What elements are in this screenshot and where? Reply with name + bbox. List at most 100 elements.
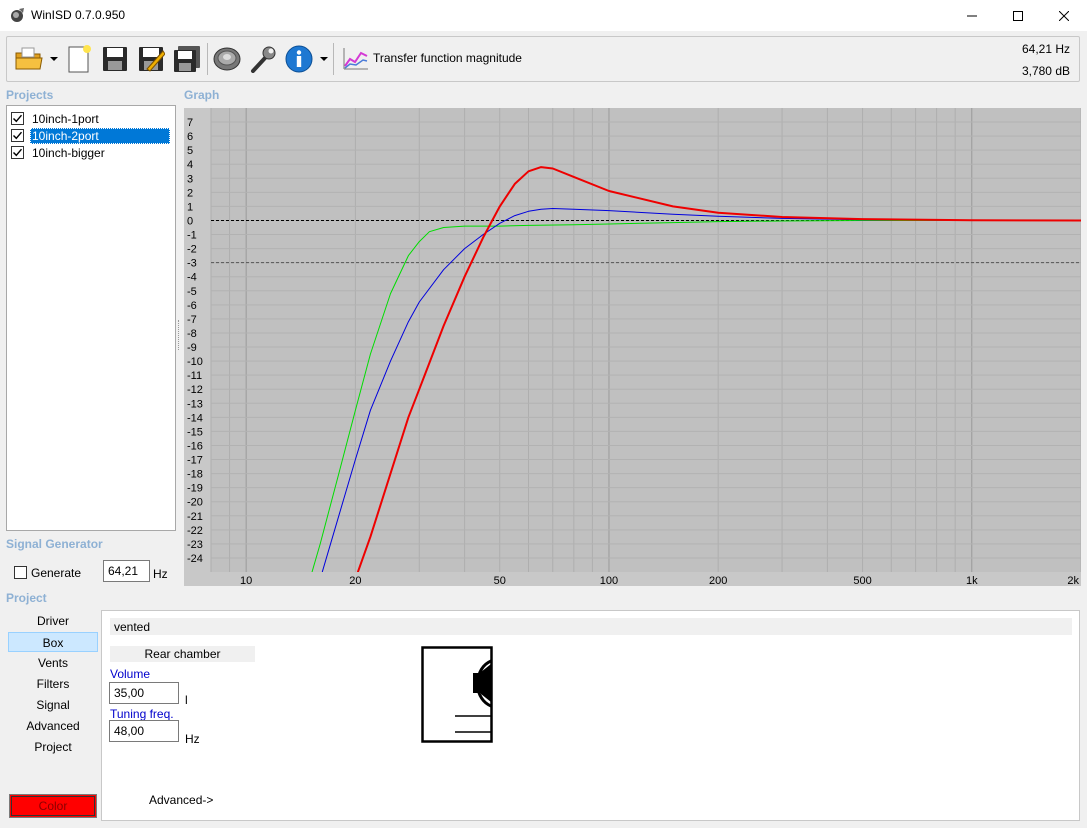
y-tick-label: 5 bbox=[187, 145, 193, 157]
y-tick-label: -2 bbox=[187, 244, 197, 256]
graph-header: Graph bbox=[184, 88, 220, 102]
y-tick-label: -15 bbox=[187, 426, 203, 438]
x-tick-label: 50 bbox=[494, 575, 506, 586]
rear-chamber-header: Rear chamber bbox=[110, 646, 255, 662]
y-tick-label: -10 bbox=[187, 356, 203, 368]
close-button[interactable] bbox=[1041, 0, 1087, 31]
app-speaker-icon bbox=[9, 7, 25, 23]
generator-frequency-input[interactable] bbox=[103, 560, 150, 582]
y-tick-label: -14 bbox=[187, 412, 203, 424]
cursor-frequency-readout: 64,21 Hz bbox=[1021, 42, 1070, 56]
y-tick-label: -16 bbox=[187, 440, 203, 452]
project-item-selected[interactable]: 10inch-2port bbox=[9, 127, 175, 144]
advanced-link[interactable]: Advanced-> bbox=[149, 793, 213, 807]
nav-box[interactable]: Box bbox=[8, 632, 98, 652]
generate-label[interactable]: Generate bbox=[31, 566, 81, 580]
y-tick-label: -8 bbox=[187, 328, 197, 340]
box-type-selector[interactable]: vented bbox=[110, 618, 1072, 635]
projects-list[interactable]: 10inch-1port 10inch-2port 10inch-bigger bbox=[6, 105, 176, 531]
tools-wrench-icon[interactable] bbox=[247, 41, 279, 77]
y-tick-label: -11 bbox=[187, 370, 202, 382]
x-tick-label: 200 bbox=[709, 575, 727, 586]
y-tick-label: 7 bbox=[187, 117, 193, 129]
save-icon[interactable] bbox=[99, 41, 131, 77]
y-tick-label: -20 bbox=[187, 497, 203, 509]
open-dropdown-chevron-icon[interactable] bbox=[49, 41, 59, 77]
cursor-level-readout: 3,780 dB bbox=[1021, 64, 1070, 78]
info-icon[interactable] bbox=[283, 41, 315, 77]
y-tick-label: -24 bbox=[187, 553, 203, 565]
y-tick-label: -12 bbox=[187, 384, 203, 396]
new-project-icon[interactable] bbox=[63, 41, 95, 77]
y-tick-label: 3 bbox=[187, 173, 193, 185]
nav-filters[interactable]: Filters bbox=[8, 674, 98, 694]
splitter-handle[interactable] bbox=[178, 320, 181, 350]
y-tick-label: -18 bbox=[187, 469, 203, 481]
y-tick-label: 4 bbox=[187, 159, 193, 171]
tuning-frequency-unit: Hz bbox=[185, 732, 200, 746]
y-tick-label: -6 bbox=[187, 300, 197, 312]
graph-type-icon[interactable] bbox=[339, 41, 371, 77]
y-tick-label: -7 bbox=[187, 314, 197, 326]
toolbar-separator bbox=[333, 43, 334, 75]
project-item[interactable]: 10inch-bigger bbox=[9, 144, 175, 161]
toolbar-separator bbox=[207, 43, 208, 75]
y-tick-label: -19 bbox=[187, 483, 203, 495]
x-tick-label: 100 bbox=[600, 575, 618, 586]
y-tick-label: -1 bbox=[187, 230, 197, 242]
generator-frequency-unit: Hz bbox=[153, 567, 168, 581]
color-button[interactable]: Color bbox=[9, 794, 97, 818]
y-tick-label: -22 bbox=[187, 525, 203, 537]
project-label[interactable]: 10inch-bigger bbox=[30, 145, 107, 161]
y-tick-label: 0 bbox=[187, 215, 193, 227]
plot-area bbox=[211, 108, 1081, 572]
y-tick-label: -17 bbox=[187, 455, 203, 467]
y-tick-label: -4 bbox=[187, 272, 197, 284]
y-tick-label: -9 bbox=[187, 342, 197, 354]
tuning-frequency-input[interactable] bbox=[109, 720, 179, 742]
nav-driver[interactable]: Driver bbox=[8, 611, 98, 631]
info-dropdown-chevron-icon[interactable] bbox=[319, 41, 329, 77]
project-item[interactable]: 10inch-1port bbox=[9, 110, 175, 127]
y-tick-label: 2 bbox=[187, 187, 193, 199]
title-bar bbox=[0, 0, 1087, 31]
transfer-function-chart[interactable]: 76543210-1-2-3-4-5-6-7-8-9-10-11-12-13-1… bbox=[184, 108, 1081, 586]
y-tick-label: -3 bbox=[187, 258, 197, 270]
project-checkbox[interactable] bbox=[11, 129, 24, 142]
x-tick-label: 1k bbox=[966, 575, 978, 586]
project-checkbox[interactable] bbox=[11, 112, 24, 125]
driver-icon[interactable] bbox=[211, 41, 243, 77]
volume-label: Volume bbox=[110, 667, 151, 681]
nav-vents[interactable]: Vents bbox=[8, 653, 98, 673]
minimize-button[interactable] bbox=[949, 0, 995, 31]
maximize-button[interactable] bbox=[995, 0, 1041, 31]
x-tick-label: 500 bbox=[853, 575, 871, 586]
projects-header: Projects bbox=[6, 88, 54, 102]
project-label[interactable]: 10inch-1port bbox=[30, 111, 101, 127]
save-all-icon[interactable] bbox=[171, 41, 203, 77]
x-tick-label: 20 bbox=[349, 575, 361, 586]
project-header: Project bbox=[6, 591, 47, 605]
nav-project[interactable]: Project bbox=[8, 737, 98, 757]
graph-type-label[interactable]: Transfer function magnitude bbox=[373, 51, 522, 65]
project-label[interactable]: 10inch-2port bbox=[30, 127, 170, 144]
nav-signal[interactable]: Signal bbox=[8, 695, 98, 715]
project-checkbox[interactable] bbox=[11, 146, 24, 159]
nav-advanced[interactable]: Advanced bbox=[8, 716, 98, 736]
y-tick-label: -5 bbox=[187, 286, 197, 298]
save-as-icon[interactable] bbox=[135, 41, 167, 77]
y-tick-label: 6 bbox=[187, 131, 193, 143]
x-tick-label: 10 bbox=[240, 575, 252, 586]
vented-box-diagram-icon bbox=[421, 646, 495, 744]
box-settings-panel bbox=[101, 610, 1080, 821]
generate-checkbox[interactable] bbox=[14, 566, 27, 579]
y-tick-label: -21 bbox=[187, 511, 203, 523]
y-tick-label: -23 bbox=[187, 539, 203, 551]
volume-input[interactable] bbox=[109, 682, 179, 704]
x-tick-label: 2k bbox=[1067, 575, 1079, 586]
toolbar: Transfer function magnitude 64,21 Hz 3,7… bbox=[6, 36, 1080, 82]
signal-generator-header: Signal Generator bbox=[6, 537, 103, 551]
volume-unit: l bbox=[185, 693, 188, 707]
open-folder-icon[interactable] bbox=[13, 41, 45, 77]
window-title: WinISD 0.7.0.950 bbox=[31, 8, 126, 22]
